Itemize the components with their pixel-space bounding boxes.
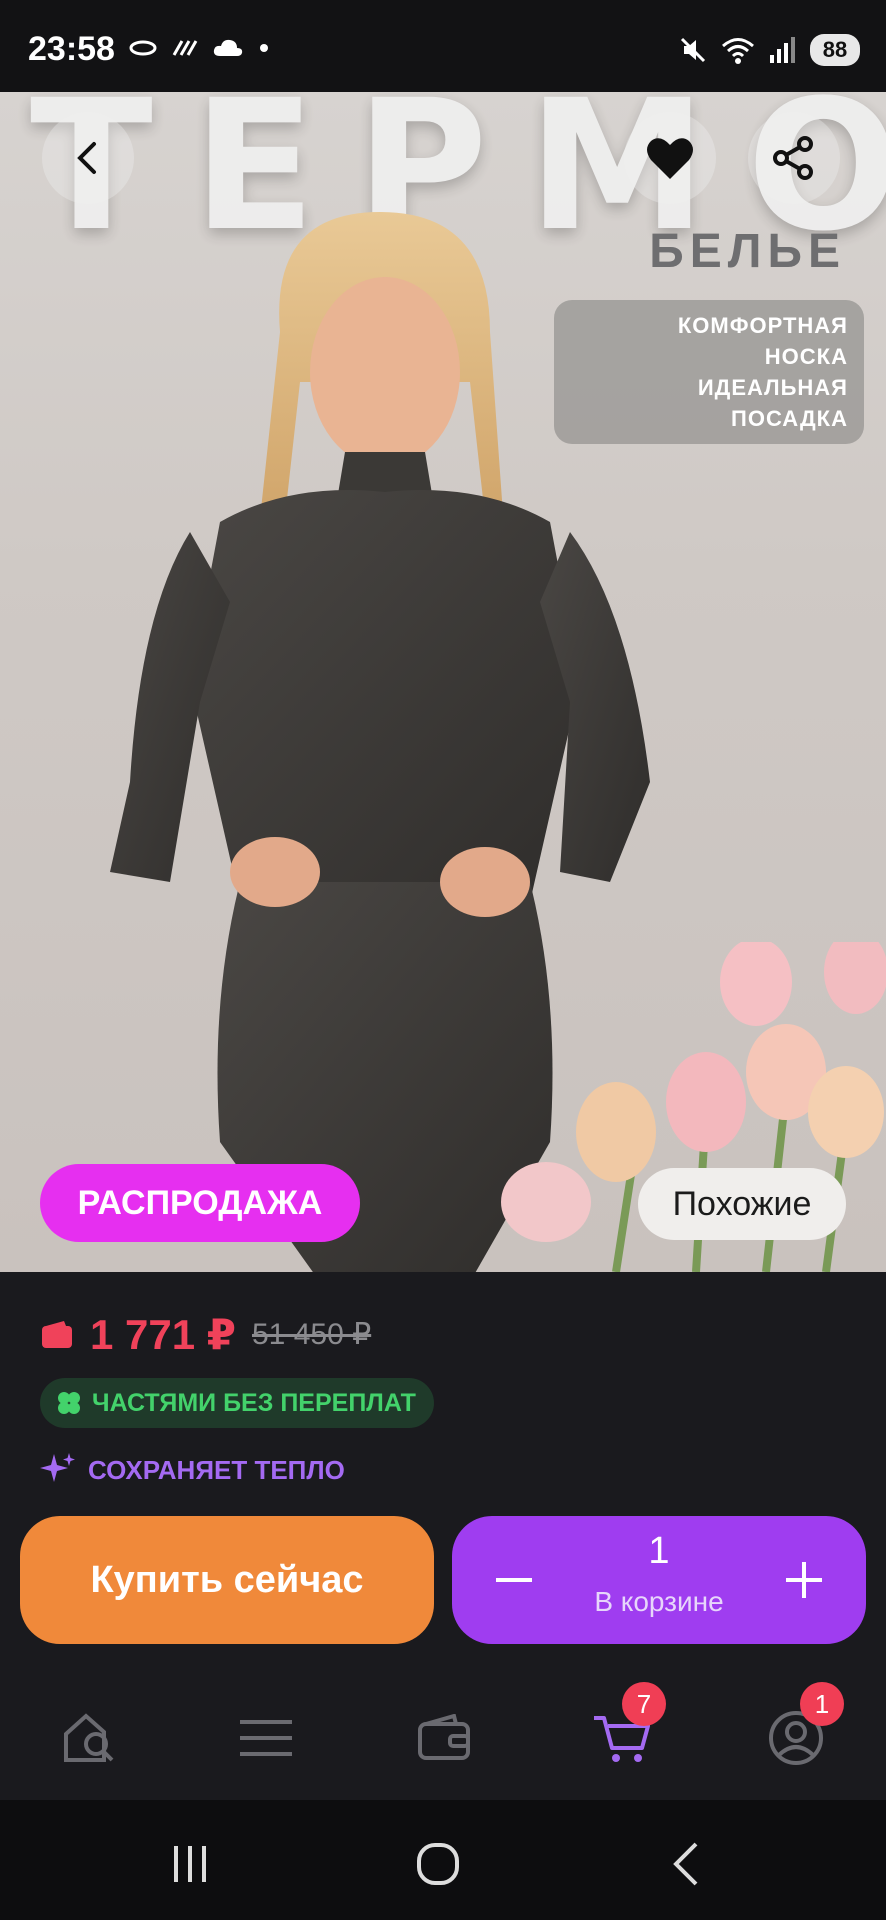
- oval-icon: [129, 40, 157, 56]
- system-navigation-bar: [0, 1800, 886, 1920]
- feature-tag: СОХРАНЯЕТ ТЕПЛО: [38, 1450, 345, 1490]
- feature-callout: КОМФОРТНАЯ НОСКА ИДЕАЛЬНАЯ ПОСАДКА: [554, 300, 864, 444]
- share-button[interactable]: [748, 112, 840, 204]
- feature-line: ИДЕАЛЬНАЯ: [697, 375, 848, 400]
- banner-subtitle: БЕЛЬЕ: [649, 225, 846, 278]
- nav-cart[interactable]: 7: [592, 1682, 666, 1768]
- feature-line: НОСКА: [764, 344, 848, 369]
- recent-apps-icon: [174, 1846, 206, 1882]
- menu-icon: [240, 1720, 292, 1756]
- bottom-navigation: 7 1: [0, 1670, 886, 1800]
- cart-badge: 7: [622, 1682, 666, 1726]
- signal-lines-icon: [172, 40, 198, 56]
- wallet-icon: [418, 1714, 470, 1760]
- wifi-icon: [722, 38, 754, 64]
- old-price: 51 450 ₽: [252, 1318, 372, 1351]
- status-left-icons: [128, 38, 270, 58]
- feature-tag-label: СОХРАНЯЕТ ТЕПЛО: [88, 1454, 345, 1485]
- nav-home[interactable]: [60, 1708, 120, 1768]
- chevron-left-icon: [77, 142, 96, 174]
- cloud-icon: [213, 39, 243, 56]
- minus-icon: [496, 1578, 532, 1582]
- profile-badge: 1: [800, 1682, 844, 1726]
- dot-icon: [260, 44, 268, 52]
- sparkle-icon: [40, 1453, 75, 1482]
- share-icon: [773, 136, 813, 180]
- price-row: 1 771 ₽ 51 450 ₽: [40, 1310, 371, 1359]
- nav-catalog[interactable]: [236, 1708, 296, 1768]
- heart-icon: [647, 138, 693, 179]
- cell-signal-icon: [770, 37, 795, 63]
- feature-line: ПОСАДКА: [731, 406, 848, 431]
- status-time: 23:58: [28, 30, 115, 68]
- installments-label: ЧАСТЯМИ БЕЗ ПЕРЕПЛАТ: [92, 1388, 416, 1417]
- buy-now-button[interactable]: Купить сейчас: [20, 1516, 434, 1644]
- wallet-icon: [42, 1320, 72, 1348]
- system-back-button[interactable]: [656, 1834, 716, 1894]
- feature-line: КОМФОРТНАЯ: [677, 313, 848, 338]
- recent-apps-button[interactable]: [160, 1834, 220, 1894]
- similar-button[interactable]: Похожие: [638, 1168, 846, 1240]
- product-image-carousel[interactable]: ТЕРМО БЕЛЬЕ КОМФОРТНАЯ НОСКА ИДЕАЛЬНАЯ П…: [0, 92, 886, 1272]
- chevron-left-icon: [673, 1842, 698, 1886]
- status-right-icons: 88: [678, 34, 860, 66]
- mute-icon: [680, 37, 706, 63]
- sale-badge[interactable]: РАСПРОДАЖА: [40, 1164, 360, 1242]
- nav-wallet[interactable]: [414, 1708, 474, 1768]
- home-circle-icon: [417, 1843, 459, 1885]
- current-price: 1 771 ₽: [90, 1311, 236, 1358]
- battery-indicator: 88: [810, 34, 860, 66]
- increase-quantity-button[interactable]: [778, 1554, 830, 1606]
- installments-badge[interactable]: ЧАСТЯМИ БЕЗ ПЕРЕПЛАТ: [40, 1378, 434, 1428]
- clover-icon: [58, 1392, 80, 1414]
- home-search-icon: [64, 1713, 114, 1762]
- plus-icon: [786, 1562, 822, 1598]
- nav-profile[interactable]: 1: [766, 1682, 844, 1768]
- back-button[interactable]: [42, 112, 134, 204]
- favorite-button[interactable]: [624, 112, 716, 204]
- cart-quantity-control: 1 В корзине: [452, 1516, 866, 1644]
- home-button[interactable]: [408, 1834, 468, 1894]
- status-bar: 23:58 88: [0, 0, 886, 92]
